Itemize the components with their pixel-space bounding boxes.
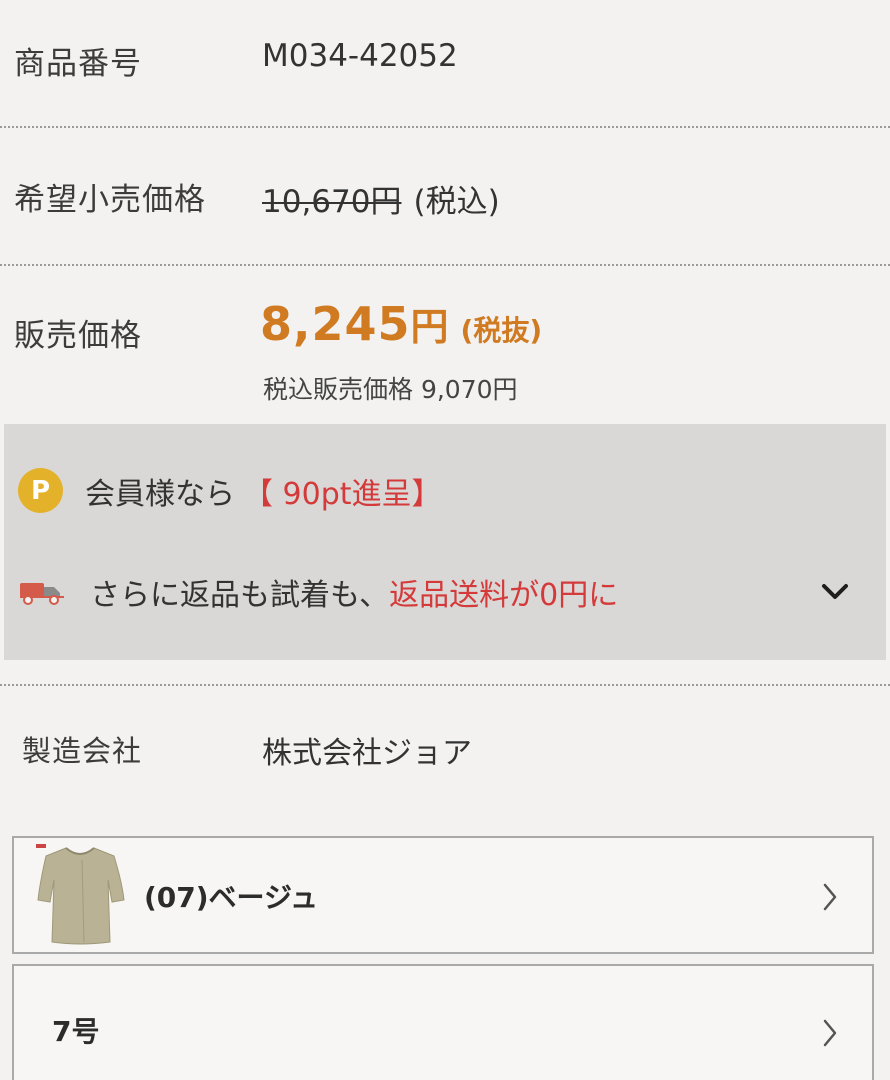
shipping-prefix: さらに返品も試着も、 bbox=[90, 578, 390, 613]
msrp-row: 希望小売価格 10,670円 (税込) bbox=[0, 128, 890, 263]
member-benefits-panel[interactable]: P 会員様なら 【 90pt進呈】 さらに返品も試着も、 返品送料が0円に bbox=[4, 424, 886, 660]
shipping-highlight: 返品送料が0円に bbox=[389, 578, 619, 613]
msrp-value-group: 10,670円 (税込) bbox=[262, 176, 500, 221]
sale-price-yen: 円 bbox=[410, 305, 449, 349]
size-selector[interactable]: 7号 bbox=[12, 964, 874, 1080]
chevron-down-icon[interactable] bbox=[820, 580, 850, 604]
sale-tax-note: (税抜) bbox=[460, 314, 543, 347]
points-benefit: P 会員様なら 【 90pt進呈】 bbox=[18, 468, 442, 513]
manufacturer-row: 製造会社 株式会社ジョア bbox=[0, 690, 890, 810]
sale-price-row: 販売価格 8,245円 (税抜) 税込販売価格 9,070円 bbox=[0, 266, 890, 426]
msrp-label: 希望小売価格 bbox=[14, 182, 206, 218]
chevron-right-icon bbox=[823, 1019, 837, 1047]
msrp-tax-note: (税込) bbox=[413, 184, 500, 220]
sale-price-number: 8,245 bbox=[260, 297, 411, 351]
divider bbox=[0, 684, 890, 686]
product-detail-page: 商品番号 M034-42052 希望小売価格 10,670円 (税込) 販売価格 … bbox=[0, 0, 890, 1080]
chevron-right-icon bbox=[823, 883, 837, 911]
manufacturer-label: 製造会社 bbox=[22, 734, 143, 768]
msrp-price: 10,670円 bbox=[262, 184, 402, 220]
points-icon: P bbox=[18, 468, 63, 513]
free-return-benefit: さらに返品も試着も、 返品送料が0円に bbox=[18, 570, 618, 614]
truck-icon bbox=[20, 583, 64, 605]
product-code-row: 商品番号 M034-42052 bbox=[0, 0, 890, 125]
size-option-label: 7号 bbox=[52, 1015, 100, 1048]
product-code-label: 商品番号 bbox=[14, 46, 142, 82]
color-selector[interactable]: (07)ベージュ bbox=[12, 836, 874, 954]
manufacturer-value: 株式会社ジョア bbox=[262, 736, 472, 771]
points-highlight: 【 90pt進呈】 bbox=[243, 476, 442, 512]
product-thumbnail bbox=[32, 842, 128, 948]
sale-price-label: 販売価格 bbox=[14, 318, 142, 354]
product-code-value: M034-42052 bbox=[262, 38, 458, 74]
tax-included-price: 税込販売価格 9,070円 bbox=[263, 375, 518, 404]
points-prefix: 会員様なら bbox=[85, 476, 235, 512]
color-option-label: (07)ベージュ bbox=[144, 881, 319, 914]
sale-price: 8,245円 (税抜) bbox=[260, 296, 542, 351]
